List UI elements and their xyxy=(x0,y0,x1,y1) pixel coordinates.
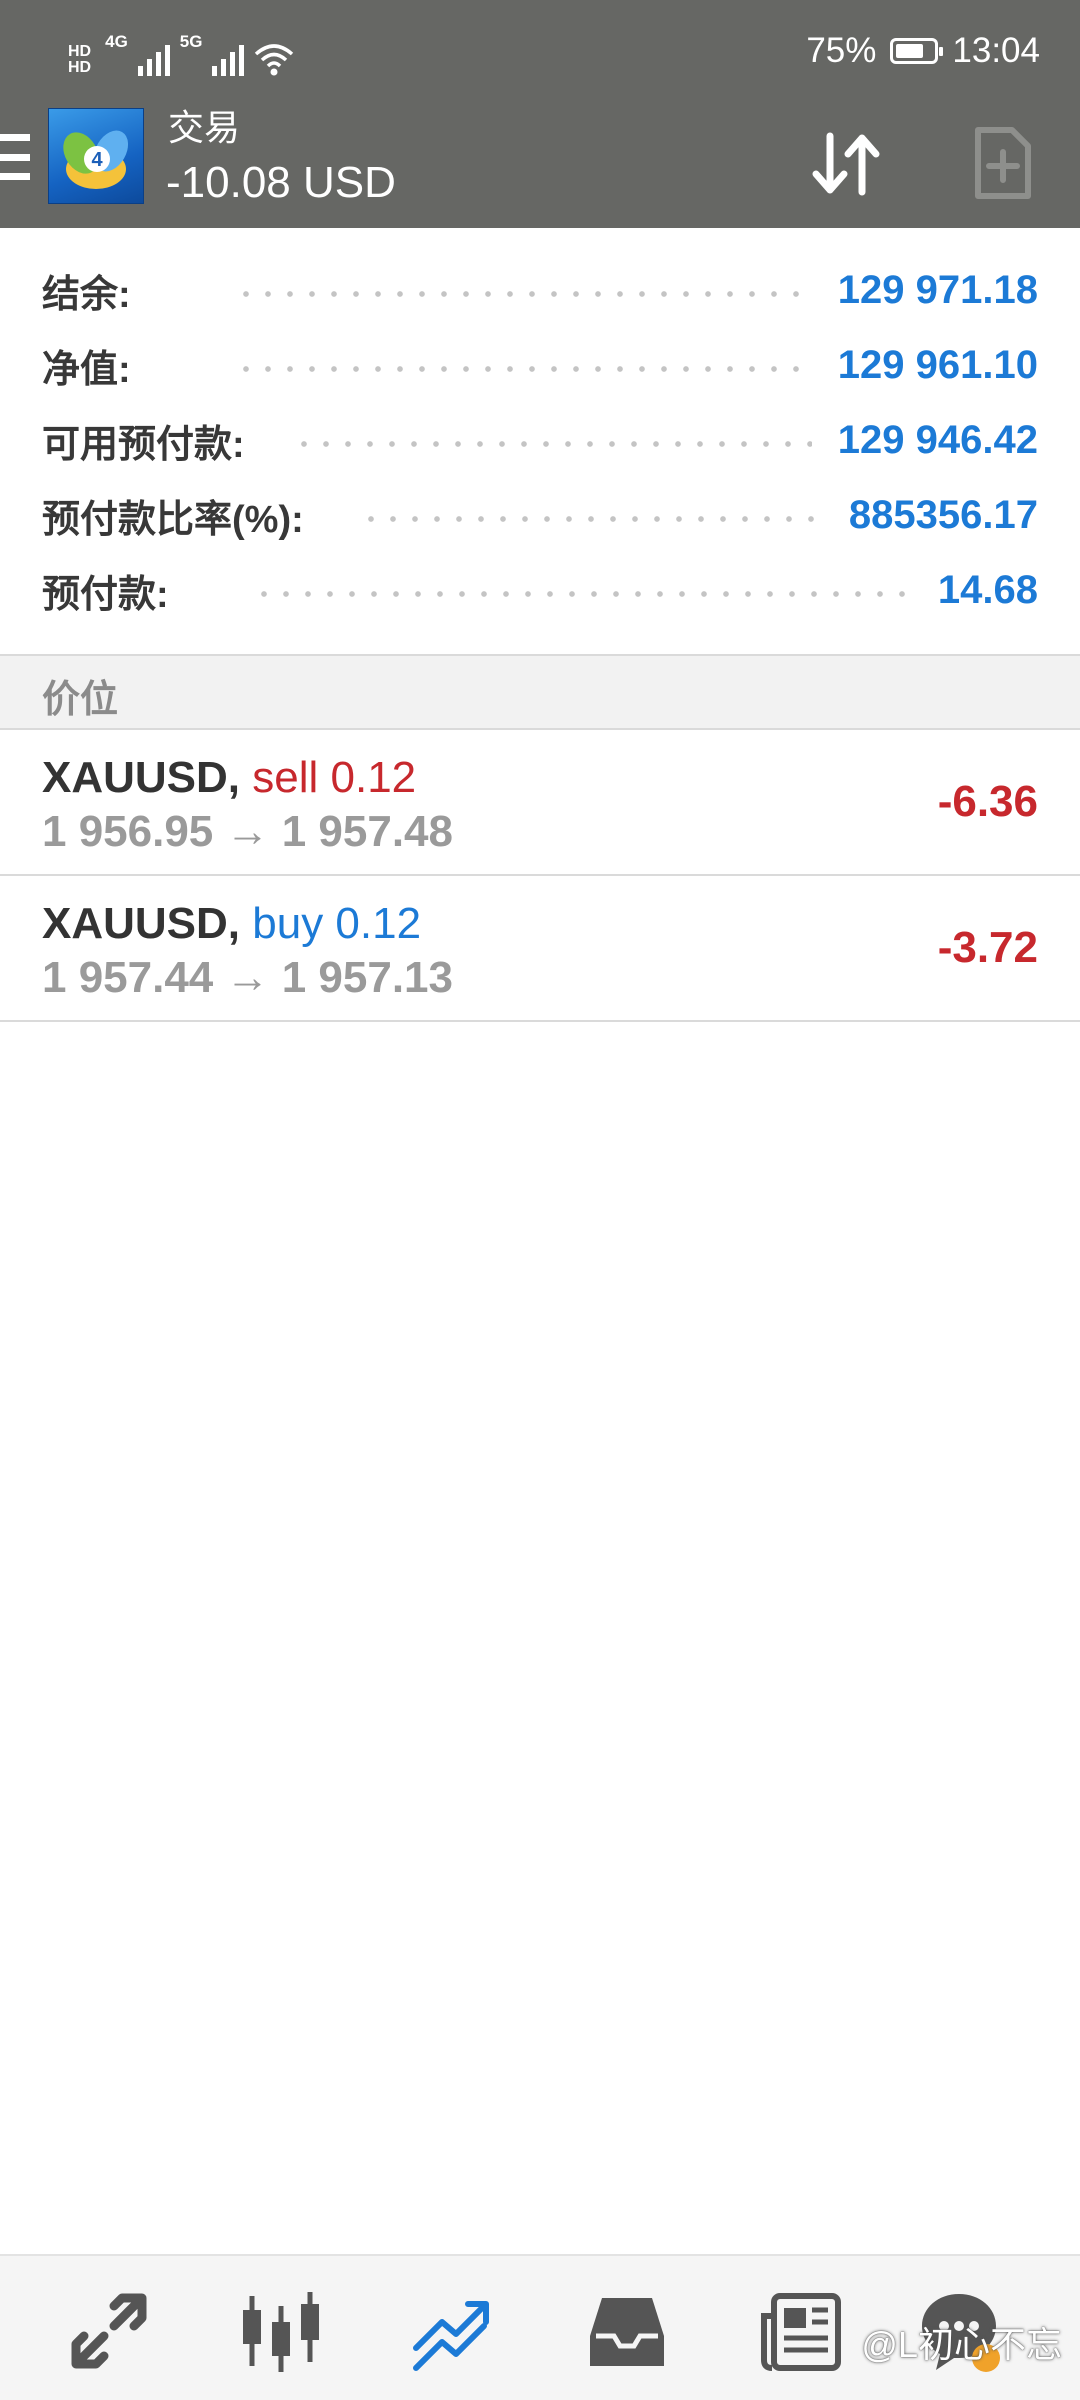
watermark: @L初心不忘 xyxy=(861,2324,1062,2365)
svg-text:4: 4 xyxy=(91,149,103,171)
dot-leader xyxy=(234,365,812,372)
hd-label: HD xyxy=(68,59,92,76)
clock: 13:04 xyxy=(952,31,1040,70)
summary-label: 可用预付款: xyxy=(42,424,245,466)
dot-leader xyxy=(292,440,812,447)
trade-icon xyxy=(413,2301,489,2371)
summary-row-margin: 预付款: 14.68 xyxy=(42,553,1038,628)
summary-value: 129 961.10 xyxy=(837,343,1038,387)
new-order-icon xyxy=(975,127,1031,199)
nav-trade[interactable] xyxy=(408,2286,498,2376)
summary-row-balance: 结余: 129 971.18 xyxy=(42,253,1038,328)
position-prices: 1 956.95 → 1 957.48 xyxy=(42,807,453,856)
summary-row-equity: 净值: 129 961.10 xyxy=(42,328,1038,403)
position-profit: -3.72 xyxy=(937,923,1038,972)
battery-percent: 75% xyxy=(806,31,877,70)
hd-indicator: HD HD xyxy=(68,44,91,76)
position-prices: 1 957.44 → 1 957.13 xyxy=(42,953,453,1002)
summary-label: 预付款: xyxy=(42,574,169,616)
sort-icon xyxy=(812,132,880,196)
summary-row-margin-level: 预付款比率(%): 885356.17 xyxy=(42,478,1038,553)
menu-icon[interactable] xyxy=(0,134,30,180)
signal-bars-2-icon xyxy=(212,42,245,76)
bottom-navigation: @L初心不忘 xyxy=(0,2254,1080,2400)
dot-leader xyxy=(359,515,823,522)
metatrader-logo[interactable]: 4 xyxy=(48,108,144,204)
position-symbol: XAUUSD, xyxy=(42,899,241,948)
nav-news[interactable] xyxy=(756,2286,846,2376)
position-type: buy 0.12 xyxy=(252,899,422,948)
dot-leader xyxy=(252,590,912,597)
page-title: 交易 xyxy=(168,107,241,148)
chart-icon xyxy=(243,2292,319,2372)
summary-value: 129 946.42 xyxy=(837,418,1038,462)
news-icon xyxy=(761,2293,841,2371)
position-row[interactable]: XAUUSD, buy 0.12 1 957.44 → 1 957.13 -3.… xyxy=(0,876,1080,1022)
summary-row-free-margin: 可用预付款: 129 946.42 xyxy=(42,403,1038,478)
quotes-icon xyxy=(71,2293,147,2369)
status-right: 75% 13:04 xyxy=(806,28,1040,74)
hd-label: HD xyxy=(68,43,92,60)
section-title: 价位 xyxy=(42,679,119,721)
position-title: XAUUSD, buy 0.12 xyxy=(42,896,421,952)
network-type-1: 4G xyxy=(105,32,128,51)
nav-history[interactable] xyxy=(582,2286,672,2376)
summary-label: 净值: xyxy=(42,349,131,391)
sort-button[interactable] xyxy=(796,114,896,214)
position-symbol: XAUUSD, xyxy=(42,753,241,802)
status-bar: HD HD 4G 5G 75% 13:04 xyxy=(0,0,1080,100)
history-icon xyxy=(590,2298,664,2366)
positions-section-header: 价位 xyxy=(0,654,1080,730)
nav-quotes[interactable] xyxy=(64,2286,154,2376)
position-type: sell 0.12 xyxy=(252,753,417,802)
wifi-icon xyxy=(255,44,294,76)
position-row[interactable]: XAUUSD, sell 0.12 1 956.95 → 1 957.48 -6… xyxy=(0,730,1080,876)
nav-chart[interactable] xyxy=(236,2286,326,2376)
summary-label: 预付款比率(%): xyxy=(42,499,304,541)
signal-indicators: HD HD 4G 5G xyxy=(68,26,294,76)
dot-leader xyxy=(234,290,812,297)
summary-value: 14.68 xyxy=(937,568,1038,612)
position-profit: -6.36 xyxy=(937,777,1038,826)
summary-value: 885356.17 xyxy=(848,493,1038,537)
total-profit: -10.08 USD xyxy=(166,158,396,207)
summary-label: 结余: xyxy=(42,274,131,316)
summary-value: 129 971.18 xyxy=(837,268,1038,312)
account-summary: 结余: 129 971.18 净值: 129 961.10 可用预付款: 129… xyxy=(0,228,1080,654)
battery-icon xyxy=(890,38,944,64)
app-toolbar: 4 交易 -10.08 USD xyxy=(0,100,1080,228)
network-type-2: 5G xyxy=(179,32,203,51)
new-order-button[interactable] xyxy=(952,114,1052,214)
signal-bars-1-icon xyxy=(137,42,170,76)
position-title: XAUUSD, sell 0.12 xyxy=(42,750,416,806)
